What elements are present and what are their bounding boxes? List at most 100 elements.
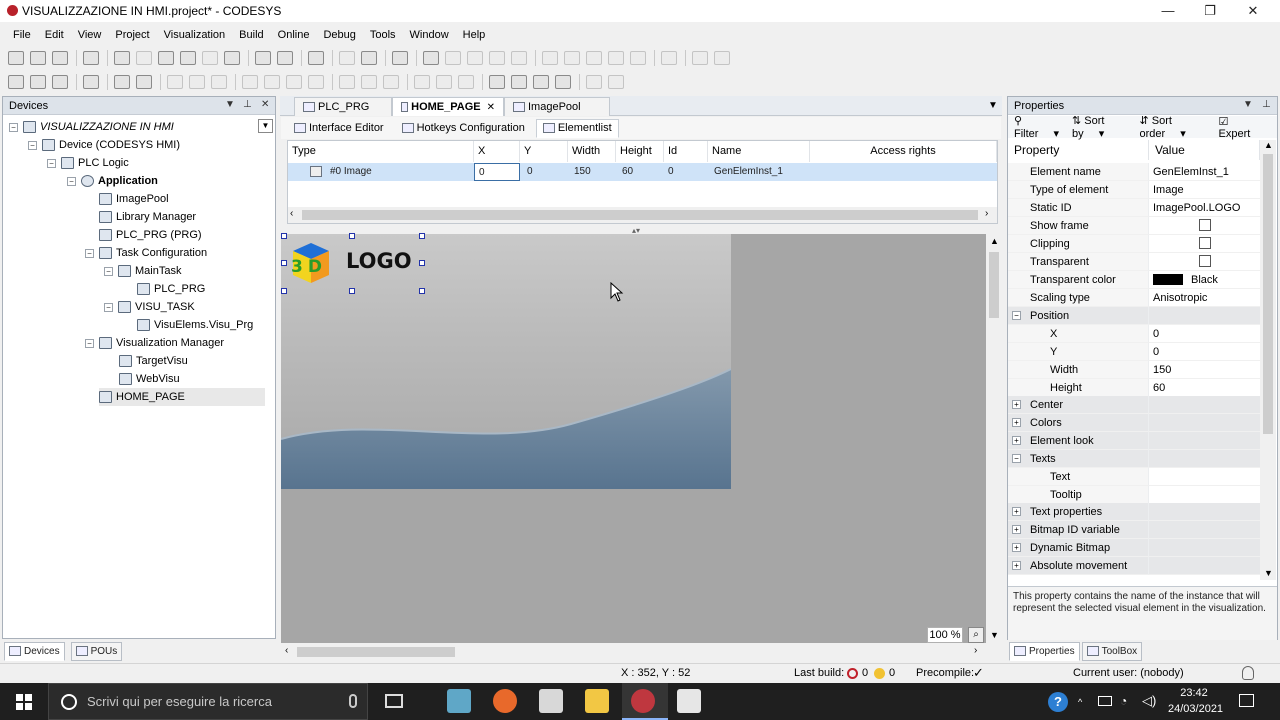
show-frame-checkbox[interactable] xyxy=(1199,219,1211,231)
collapse-toggle[interactable]: − xyxy=(85,338,94,348)
bring-front-icon[interactable] xyxy=(489,75,505,89)
unlock-icon[interactable] xyxy=(608,75,624,89)
send-back-icon[interactable] xyxy=(555,75,571,89)
column-id[interactable]: Id xyxy=(664,141,708,162)
column-type[interactable]: Type xyxy=(288,141,474,162)
cell-width[interactable]: 150 xyxy=(570,163,591,181)
close-window-icon[interactable]: ✕ xyxy=(1231,0,1275,22)
prop-x[interactable]: X0 xyxy=(1008,325,1260,343)
taskbar-search-box[interactable]: Scrivi qui per eseguire la ricerca xyxy=(48,683,368,720)
prop-width[interactable]: Width 150 xyxy=(1008,361,1260,379)
selection-handle[interactable] xyxy=(281,260,287,266)
filter-button[interactable]: ⚲ Filter ▾ xyxy=(1014,114,1060,140)
error-count[interactable]: 0 xyxy=(862,667,868,679)
step-out-icon[interactable] xyxy=(586,51,602,65)
prop-transparent-color[interactable]: Transparent color Black xyxy=(1008,271,1260,289)
copy-icon[interactable] xyxy=(180,51,196,65)
taskbar-clock[interactable]: 23:42 24/03/2021 xyxy=(1168,685,1223,717)
transparent-checkbox[interactable] xyxy=(1199,255,1211,267)
tab-elementlist[interactable]: Elementlist xyxy=(535,118,619,138)
prop-group-center[interactable]: + Center xyxy=(1008,396,1260,414)
step-into-icon[interactable] xyxy=(564,51,580,65)
menu-visualization[interactable]: Visualization xyxy=(164,29,226,41)
scroll-thumb[interactable] xyxy=(989,252,999,318)
column-name[interactable]: Name xyxy=(708,141,810,162)
tray-arrow-icon[interactable]: ^ xyxy=(1078,697,1082,707)
clipping-checkbox[interactable] xyxy=(1199,237,1211,249)
tab-interface-editor[interactable]: Interface Editor xyxy=(287,119,391,138)
collapse-toggle[interactable]: − xyxy=(47,158,56,168)
3d-logo-image[interactable]: 3D xyxy=(287,241,337,285)
cell-y[interactable]: 0 xyxy=(523,163,533,181)
distribute-icon[interactable] xyxy=(308,75,324,89)
canvas-hscrollbar[interactable]: ‹ › xyxy=(281,643,986,660)
color-swatch[interactable] xyxy=(1153,274,1183,285)
prop-text[interactable]: Text xyxy=(1008,468,1260,486)
tree-node-maintask[interactable]: − MainTask xyxy=(104,262,181,280)
selection-handle[interactable] xyxy=(419,233,425,239)
scroll-thumb[interactable] xyxy=(302,210,978,220)
tree-node-targetvisu[interactable]: TargetVisu xyxy=(119,352,188,370)
cell-height[interactable]: 60 xyxy=(618,163,633,181)
sort-by-button[interactable]: ⇅ Sort by ▾ xyxy=(1072,114,1127,140)
scroll-up-icon[interactable]: ▲ xyxy=(1264,140,1273,150)
fit-icon[interactable] xyxy=(458,75,474,89)
delete-icon[interactable] xyxy=(224,51,240,65)
scroll-thumb[interactable] xyxy=(297,647,455,657)
menu-view[interactable]: View xyxy=(78,29,102,41)
reset-icon[interactable] xyxy=(511,51,527,65)
prop-show-frame[interactable]: Show frame xyxy=(1008,217,1260,235)
insert-icon[interactable] xyxy=(361,51,377,65)
start-icon[interactable] xyxy=(467,51,483,65)
paste-icon[interactable] xyxy=(202,51,218,65)
prop-y[interactable]: Y0 xyxy=(1008,343,1260,361)
align-left-icon[interactable] xyxy=(167,75,183,89)
cell-name[interactable]: GenElemInst_1 xyxy=(710,163,783,181)
collapse-toggle[interactable]: − xyxy=(1012,454,1021,463)
tree-node-task-configuration[interactable]: − Task Configuration xyxy=(85,244,207,262)
selection-handle[interactable] xyxy=(419,260,425,266)
table-row[interactable]: #0 Image 0 0 150 60 0 GenElemInst_1 xyxy=(288,163,997,181)
tab-list-dropdown-icon[interactable]: ▼ xyxy=(988,100,998,111)
app-taskbar-icon[interactable] xyxy=(447,689,471,713)
prop-element-name[interactable]: Element name GenElemInst_1 xyxy=(1008,163,1260,181)
tab-toolbox[interactable]: ToolBox xyxy=(1081,641,1143,661)
breakpoint-icon[interactable] xyxy=(630,51,646,65)
menu-tools[interactable]: Tools xyxy=(370,29,396,41)
menu-project[interactable]: Project xyxy=(115,29,149,41)
canvas-vscrollbar[interactable]: ▲ ▼ xyxy=(987,234,1001,642)
collapse-toggle[interactable]: − xyxy=(9,122,18,132)
expert-checkbox[interactable]: ☑ Expert xyxy=(1219,115,1265,140)
print-icon[interactable] xyxy=(83,51,99,65)
cell-x-edit[interactable]: 0 xyxy=(474,163,520,181)
warning-count[interactable]: 0 xyxy=(889,667,895,679)
file-explorer-icon[interactable] xyxy=(585,689,609,713)
expand-toggle[interactable]: + xyxy=(1012,418,1021,427)
tab-hotkeys-configuration[interactable]: Hotkeys Configuration xyxy=(395,119,532,138)
undo-icon[interactable] xyxy=(114,51,130,65)
tab-pous[interactable]: POUs xyxy=(70,641,123,661)
column-x[interactable]: X xyxy=(474,141,520,162)
new-file-icon[interactable] xyxy=(8,51,24,65)
prop-group-bitmap-id-variable[interactable]: + Bitmap ID variable xyxy=(1008,521,1260,539)
collapse-toggle[interactable]: − xyxy=(28,140,37,150)
menu-file[interactable]: File xyxy=(13,29,31,41)
maximize-icon[interactable]: ❐ xyxy=(1188,0,1232,22)
build-icon[interactable] xyxy=(392,51,408,65)
firefox-icon[interactable] xyxy=(493,689,517,713)
tree-node-imagepool[interactable]: ImagePool xyxy=(99,190,169,208)
tree-node-plc-prg[interactable]: PLC_PRG (PRG) xyxy=(99,226,202,244)
scroll-up-icon[interactable]: ▲ xyxy=(990,236,999,246)
login-icon[interactable] xyxy=(423,51,439,65)
prop-group-element-look[interactable]: + Element look xyxy=(1008,432,1260,450)
help-icon[interactable]: ? xyxy=(1048,692,1068,712)
prop-group-text-properties[interactable]: + Text properties xyxy=(1008,503,1260,521)
prop-group-colors[interactable]: + Colors xyxy=(1008,414,1260,432)
menu-edit[interactable]: Edit xyxy=(45,29,64,41)
tree-node-visu-task[interactable]: − VISU_TASK xyxy=(104,298,195,316)
prop-tooltip[interactable]: Tooltip xyxy=(1008,486,1260,504)
step-over-icon[interactable] xyxy=(542,51,558,65)
tree-node-library-manager[interactable]: Library Manager xyxy=(99,208,196,226)
force-values-icon[interactable] xyxy=(714,51,730,65)
redo-icon[interactable] xyxy=(136,51,152,65)
